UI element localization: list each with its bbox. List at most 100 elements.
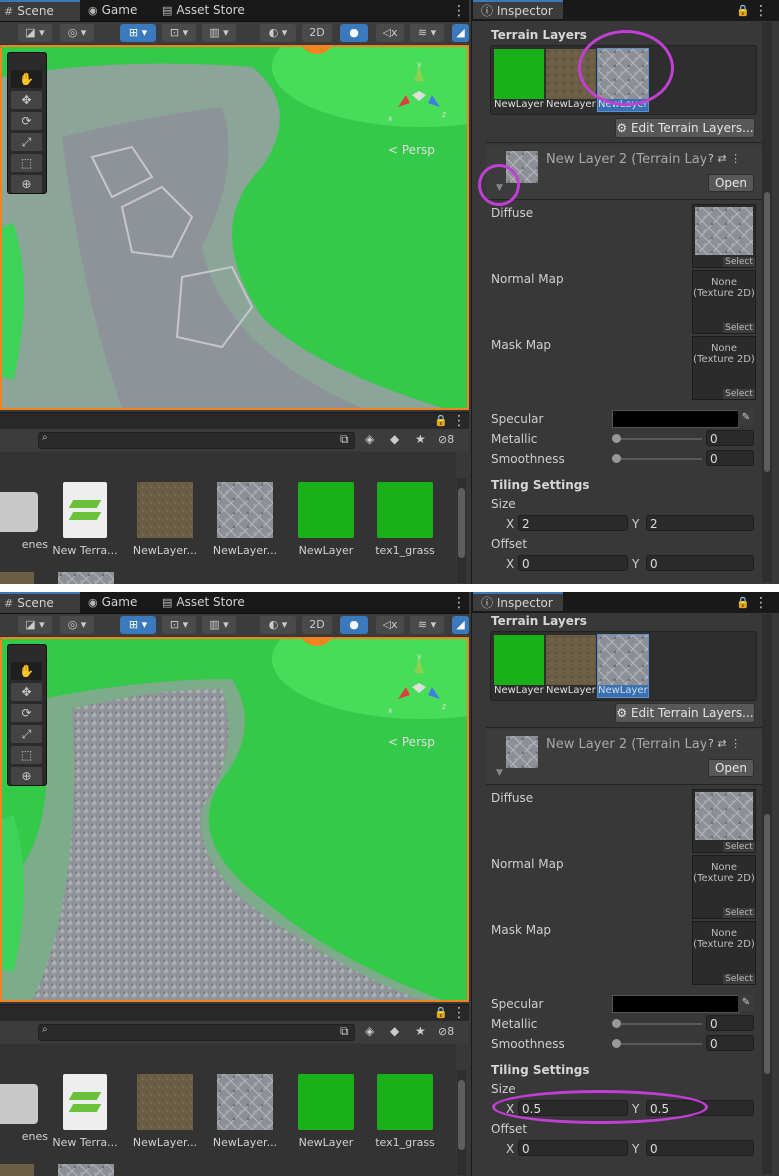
diffuse-texture-slot[interactable]: Select [692,789,756,853]
globe-dropdown[interactable]: ◎ ▾ [60,616,94,634]
edit-terrain-layers-button[interactable]: ⚙ Edit Terrain Layers... [615,118,755,138]
filter-icon[interactable]: ◈ [365,432,374,446]
label-icon[interactable]: ◆ [390,1024,399,1038]
select-button[interactable]: Select [723,842,755,852]
select-button[interactable]: Select [723,257,755,267]
favorite-icon[interactable]: ★ [415,432,426,446]
snap-dropdown[interactable]: ⊡ ▾ [162,24,196,42]
tab-asset-store[interactable]: ▤ Asset Store [158,0,278,21]
scrollbar-thumb[interactable] [458,488,465,558]
move-tool-icon[interactable]: ✥ [11,91,42,109]
hand-tool-icon[interactable]: ✋ [11,70,42,88]
asset-item[interactable]: NewLayer... [130,482,200,557]
rect-tool-icon[interactable]: ⬚ [11,154,42,172]
context-menu-icon[interactable]: ⋮ [730,737,741,750]
asset-item[interactable]: NewLayer [291,1074,361,1149]
help-icon[interactable]: ? [708,152,714,165]
tab-game[interactable]: ◉ Game [84,0,154,21]
specular-color-field[interactable] [612,410,739,428]
specular-color-field[interactable] [612,995,739,1013]
tab-scene[interactable]: # Scene [0,592,80,613]
foldout-arrow-icon[interactable]: ▼ [496,768,503,778]
inspector-scrollbar[interactable] [762,22,772,582]
context-menu-icon[interactable]: ⋮ [730,152,741,165]
smoothness-slider[interactable] [616,1043,702,1045]
tab-inspector[interactable]: ⓘ Inspector [473,592,563,611]
select-button[interactable]: Select [723,389,755,399]
asset-item[interactable]: enes [0,482,48,551]
draw-mode-dropdown[interactable]: ◪ ▾ [18,24,52,42]
select-button[interactable]: Select [723,323,755,333]
help-icon[interactable]: ? [708,737,714,750]
mask-map-slot[interactable]: None (Texture 2D) Select [692,336,756,400]
transform-tool-icon[interactable]: ⊕ [11,175,42,193]
persp-label[interactable]: < Persp [388,143,435,157]
label-icon[interactable]: ◆ [390,432,399,446]
audio-toggle-icon[interactable]: ◁x [376,616,404,634]
eyedropper-icon[interactable]: ✎ [738,995,754,1011]
gizmos-toggle-icon[interactable]: ◢ [452,616,469,634]
hidden-count-icon[interactable]: ⊘8 [438,1025,454,1038]
search-input[interactable]: ⌕ [38,432,355,449]
asset-item[interactable]: NewLayer [291,482,361,557]
tab-inspector[interactable]: ⓘ Inspector [473,0,563,19]
project-more-icon[interactable]: ⋮ [452,1006,466,1020]
open-button[interactable]: Open [708,759,754,777]
offset-y-field[interactable]: 0 [646,1140,754,1156]
project-more-icon[interactable]: ⋮ [452,414,466,428]
asset-item[interactable]: NewLayer... [130,1074,200,1149]
metallic-slider[interactable] [616,1023,702,1025]
gizmos-toggle-icon[interactable]: ◢ [452,24,469,42]
offset-x-field[interactable]: 0 [518,1140,628,1156]
terrain-layer-item-selected[interactable]: NewLayer 2 [597,634,649,698]
size-y-field[interactable]: 2 [646,515,754,531]
tab-asset-store[interactable]: ▤ Asset Store [158,592,278,613]
asset-item[interactable]: NewLayer... [210,1074,280,1149]
rotate-tool-icon[interactable]: ⟳ [11,704,42,722]
scene-viewport[interactable]: ✋ ✥ ⟳ ⤢ ⬚ ⊕ y x z < Persp [0,637,469,1002]
lighting-toggle-icon[interactable]: ● [340,616,368,634]
grid-snap-dropdown[interactable]: ▥ ▾ [202,616,236,634]
asset-scrollbar[interactable] [457,1070,466,1175]
grid-snap-dropdown[interactable]: ▥ ▾ [202,24,236,42]
metallic-slider-handle[interactable] [612,1019,621,1028]
metallic-slider[interactable] [616,438,702,440]
scale-tool-icon[interactable]: ⤢ [11,725,42,743]
asset-item[interactable]: New Terra... [50,1074,120,1149]
inspector-more-icon[interactable]: ⋮ [754,4,768,18]
offset-y-field[interactable]: 0 [646,555,754,571]
toggle-2d-button[interactable]: 2D [302,616,332,634]
select-button[interactable]: Select [723,908,755,918]
move-tool-icon[interactable]: ✥ [11,683,42,701]
asset-item[interactable]: enes [0,1074,48,1143]
search-input[interactable]: ⌕ [38,1024,355,1041]
smoothness-slider[interactable] [616,458,702,460]
inspector-more-icon[interactable]: ⋮ [754,596,768,610]
diffuse-texture-slot[interactable]: Select [692,204,756,268]
inspector-scrollbar[interactable] [762,614,772,1174]
hidden-count-icon[interactable]: ⊘8 [438,433,454,446]
preset-icon[interactable]: ⇄ [717,737,726,750]
transform-tool-icon[interactable]: ⊕ [11,767,42,785]
filter-type-icon[interactable]: ⧉ [340,432,349,447]
filter-icon[interactable]: ◈ [365,1024,374,1038]
open-button[interactable]: Open [708,174,754,192]
rotate-tool-icon[interactable]: ⟳ [11,112,42,130]
favorite-icon[interactable]: ★ [415,1024,426,1038]
scrollbar-thumb[interactable] [764,192,770,472]
metallic-value-field[interactable]: 0 [706,430,754,446]
draw-mode-dropdown[interactable]: ◪ ▾ [18,616,52,634]
mask-map-slot[interactable]: None (Texture 2D) Select [692,921,756,985]
lighting-toggle-icon[interactable]: ● [340,24,368,42]
terrain-layer-item[interactable]: NewLayer [494,49,544,111]
tab-game[interactable]: ◉ Game [84,592,154,613]
inspector-lock-icon[interactable]: 🔒 [736,596,750,610]
asset-item[interactable]: New Terra... [50,482,120,557]
select-button[interactable]: Select [723,974,755,984]
audio-toggle-icon[interactable]: ◁x [376,24,404,42]
orientation-gizmo-icon[interactable]: y x z [384,59,454,129]
more-menu-icon[interactable]: ⋮ [452,4,466,18]
inspector-lock-icon[interactable]: 🔒 [736,4,750,18]
tab-scene[interactable]: # Scene [0,0,80,21]
lock-icon[interactable]: 🔒 [434,1006,448,1020]
